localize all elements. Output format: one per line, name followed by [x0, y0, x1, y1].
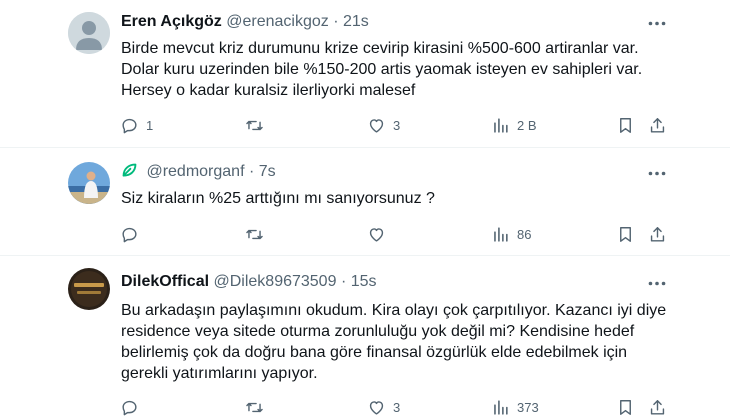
- tweet-text-line: Birde mevcut kriz durumunu krize cevirip…: [121, 40, 639, 57]
- like-count: 3: [393, 399, 401, 415]
- heart-icon: [369, 400, 384, 415]
- profile-photo: [68, 162, 110, 204]
- author-handle[interactable]: @Dilek89673509: [213, 273, 336, 290]
- share-button[interactable]: [648, 396, 667, 418]
- author-handle[interactable]: @redmorganf: [146, 163, 244, 180]
- more-options-button[interactable]: [646, 273, 668, 293]
- like-button[interactable]: 3: [367, 396, 400, 418]
- retweet-button[interactable]: [245, 114, 271, 136]
- like-count: 3: [393, 117, 401, 133]
- bookmark-icon: [620, 226, 631, 242]
- heart-icon: [369, 227, 384, 242]
- separator-dot: ·: [333, 13, 339, 30]
- like-button[interactable]: [367, 223, 393, 245]
- bookmark-button[interactable]: [616, 223, 635, 245]
- avatar[interactable]: [68, 268, 110, 310]
- tweet-header: Eren Açıkgöz @erenacikgoz · 21s: [121, 12, 369, 32]
- share-button[interactable]: [648, 114, 667, 136]
- reply-icon: [122, 227, 137, 242]
- avatar[interactable]: [68, 162, 110, 204]
- more-dots-icon: [648, 21, 666, 25]
- retweet-icon: [246, 402, 263, 412]
- views-count: 373: [517, 399, 539, 415]
- default-avatar-icon: [68, 12, 110, 54]
- tweet-text: Bu arkadaşın paylaşımını okudum. Kira ol…: [121, 300, 681, 384]
- author-name[interactable]: Eren Açıkgöz: [121, 13, 222, 30]
- tweet-text-line: belirlemiş çok da doğru bana göre finans…: [121, 344, 628, 361]
- author-name[interactable]: DilekOffical: [121, 273, 209, 290]
- tweet-header: DilekOffical @Dilek89673509 · 15s: [121, 272, 377, 292]
- reply-icon: [122, 118, 137, 133]
- reply-button[interactable]: [120, 396, 146, 418]
- tweet-text-line: Bu arkadaşın paylaşımını okudum. Kira ol…: [121, 302, 667, 319]
- views-count: 86: [517, 226, 532, 242]
- views-chart-icon: [494, 226, 508, 242]
- avatar[interactable]: [68, 12, 110, 54]
- tweet-2[interactable]: @redmorganf · 7s Siz kiraların %25 arttı…: [0, 148, 730, 254]
- bookmark-button[interactable]: [616, 114, 635, 136]
- more-dots-icon: [648, 171, 666, 175]
- retweet-button[interactable]: [245, 223, 271, 245]
- tweet-header: @redmorganf · 7s: [121, 162, 276, 182]
- views-button[interactable]: 86: [491, 223, 531, 245]
- share-icon: [650, 226, 665, 242]
- views-button[interactable]: 373: [491, 396, 539, 418]
- tweet-text: Siz kiraların %25 arttığını mı sanıyorsu…: [121, 188, 681, 209]
- tweet-1[interactable]: Eren Açıkgöz @erenacikgoz · 21s Birde me…: [0, 0, 730, 146]
- reply-button[interactable]: [120, 223, 146, 245]
- more-options-button[interactable]: [646, 163, 668, 183]
- retweet-icon: [246, 120, 263, 130]
- bookmark-button[interactable]: [616, 396, 635, 418]
- separator-dot: ·: [340, 273, 347, 290]
- tweet-text-line: gerekli yatırımlarını yapıyor.: [121, 365, 318, 382]
- author-handle[interactable]: @erenacikgoz: [226, 13, 329, 30]
- tweet-text-line: residence veya sitede oturma zorunluluğu…: [121, 323, 635, 340]
- retweet-icon: [246, 229, 263, 239]
- views-count: 2 B: [517, 117, 537, 133]
- tweet-text: Birde mevcut kriz durumunu krize cevirip…: [121, 38, 681, 101]
- heart-icon: [369, 118, 384, 133]
- reply-icon: [122, 400, 137, 415]
- tweet-3[interactable]: DilekOffical @Dilek89673509 · 15s Bu ark…: [0, 256, 730, 420]
- share-icon: [650, 117, 665, 133]
- tweet-text-line: Siz kiraların %25 arttığını mı sanıyorsu…: [121, 190, 435, 207]
- timestamp[interactable]: 15s: [351, 273, 377, 290]
- like-button[interactable]: 3: [367, 114, 400, 136]
- bookmark-icon: [620, 117, 631, 133]
- timestamp[interactable]: 21s: [343, 13, 369, 30]
- more-options-button[interactable]: [646, 13, 668, 33]
- views-chart-icon: [494, 117, 508, 133]
- separator-dot: ·: [248, 163, 255, 180]
- views-chart-icon: [494, 399, 508, 415]
- action-bar: 86: [0, 223, 730, 245]
- retweet-button[interactable]: [245, 396, 271, 418]
- timestamp[interactable]: 7s: [259, 163, 276, 180]
- reply-count: 1: [146, 117, 154, 133]
- action-bar: 3 373: [0, 396, 730, 418]
- action-bar: 1 3 2 B: [0, 114, 730, 136]
- profile-photo: [68, 268, 110, 310]
- reply-button[interactable]: 1: [120, 114, 153, 136]
- bookmark-icon: [620, 399, 631, 415]
- green-leaf-icon: [122, 163, 137, 177]
- more-dots-icon: [648, 281, 666, 285]
- share-button[interactable]: [648, 223, 667, 245]
- tweet-text-line: Hersey o kadar kuralsiz ilerliyorki male…: [121, 82, 416, 99]
- views-button[interactable]: 2 B: [491, 114, 537, 136]
- share-icon: [650, 399, 665, 415]
- tweet-text-line: Dolar kuru uzerinden bile %150-200 artis…: [121, 61, 643, 78]
